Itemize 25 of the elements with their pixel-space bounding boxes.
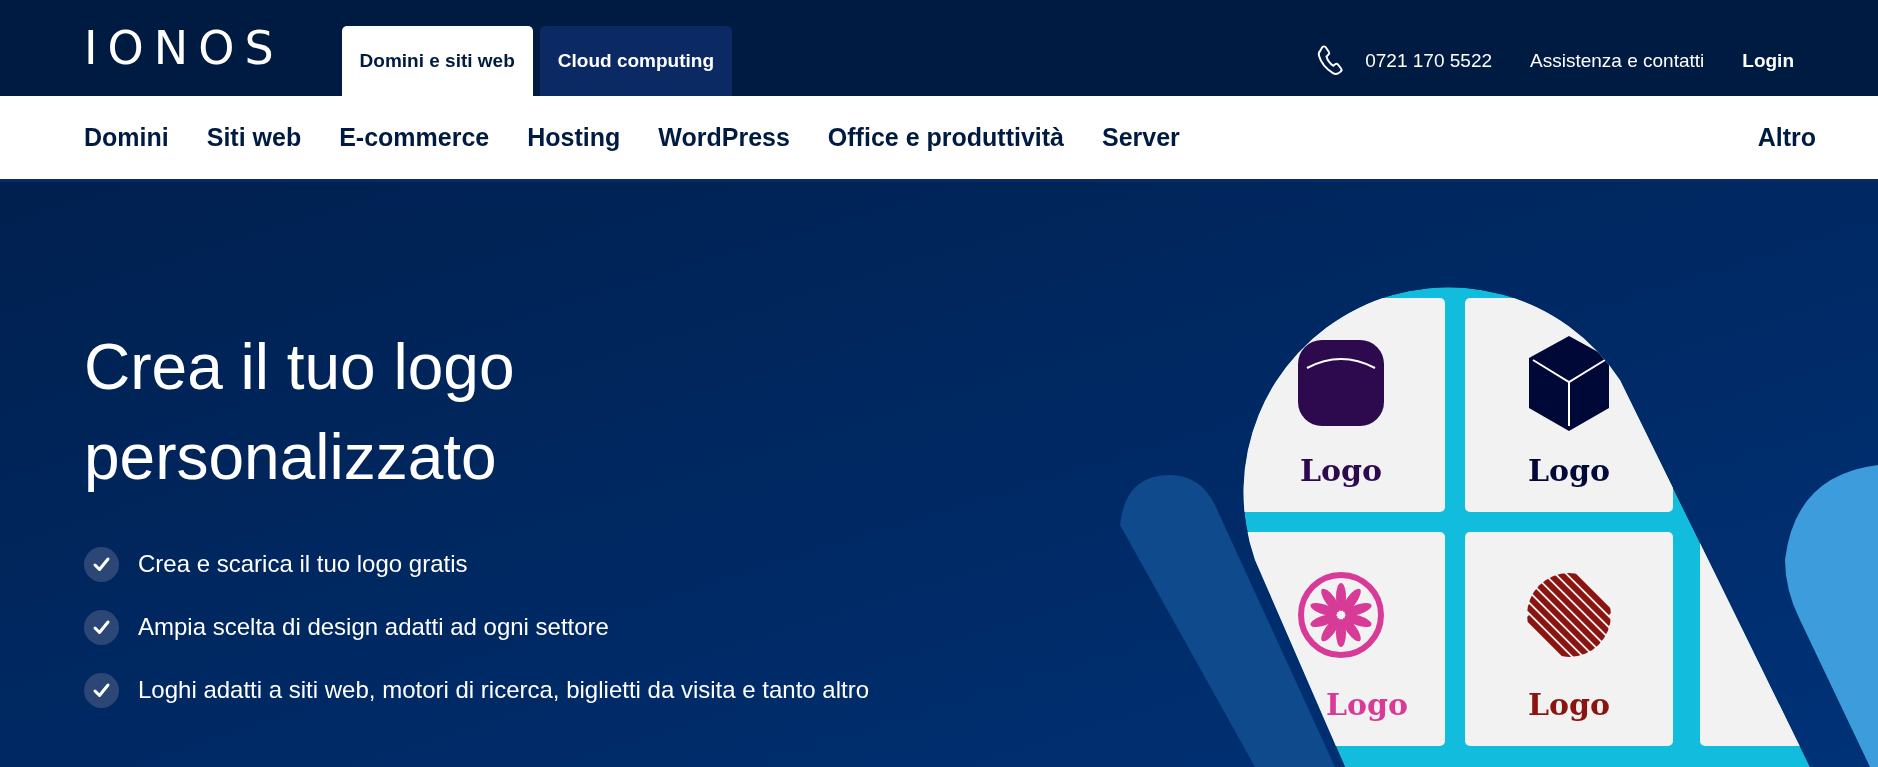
check-icon [84,609,119,645]
ionos-logo[interactable]: IONOS [84,25,284,71]
nav-link[interactable]: WordPress [658,118,790,157]
nav-link[interactable]: Domini [84,118,169,157]
nav-link[interactable]: Altro [1757,118,1816,157]
nav-link[interactable]: Hosting [527,118,621,157]
hero-title: Crea il tuo logo personalizzato [84,330,515,495]
nav-link[interactable]: E-commerce [339,118,490,157]
logo-text: Logo [1325,687,1409,722]
category-tab[interactable]: Domini e siti web [341,26,533,96]
logo-text: Logo [1527,453,1611,488]
logo-text: Logo [1527,687,1611,722]
nav-link[interactable]: Server [1102,118,1180,157]
check-icon [84,546,119,582]
feature-text: Ampia scelta di design adatti ad ogni settore [138,612,609,642]
nav-link[interactable]: Siti web [206,118,302,157]
category-tab[interactable]: Cloud computing [539,26,732,96]
logo-text: Logo [1299,453,1383,488]
feature-text: Loghi adatti a siti web, motori di ricerca, biglietti da visita e tanto altro [138,675,870,705]
nav-link[interactable]: Office e produttività [827,118,1064,157]
feature-text: Crea e scarica il tuo logo gratis [138,549,468,579]
check-icon [84,672,119,708]
phone-number[interactable]: 0721 170 5522 [1365,46,1493,76]
support-link[interactable]: Assistenza e contatti [1530,46,1705,76]
login-link[interactable]: Login [1742,46,1794,76]
